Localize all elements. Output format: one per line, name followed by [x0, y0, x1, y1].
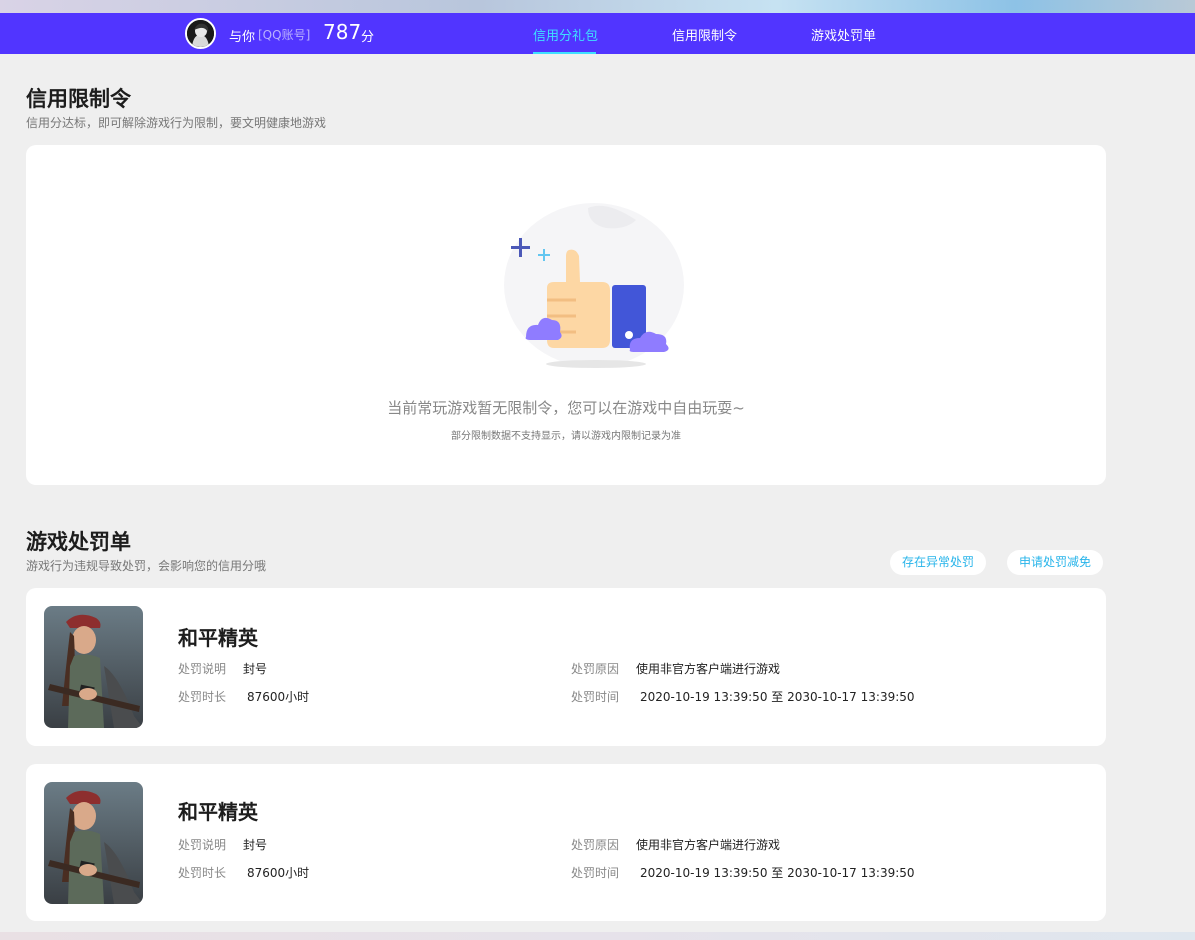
penalty-reason-label: 处罚原因: [571, 838, 620, 852]
apply-penalty-relief-button[interactable]: 申请处罚减免: [1007, 550, 1104, 575]
game-thumbnail: [44, 606, 143, 728]
penalty-reason-value: 使用非官方客户端进行游戏: [636, 662, 781, 676]
game-thumbnail: [44, 782, 143, 904]
penalty-time-value: 2020-10-19 13:39:50 至 2030-10-17 13:39:5…: [640, 866, 915, 880]
report-abnormal-penalty-button[interactable]: 存在异常处罚: [890, 550, 987, 575]
penalty-description-label: 处罚说明: [178, 662, 227, 676]
restriction-title: 信用限制令: [26, 87, 131, 111]
tab-credit-restriction[interactable]: 信用限制令: [672, 25, 737, 44]
penalty-time-label: 处罚时间: [571, 866, 620, 880]
penalty-time-label: 处罚时间: [571, 690, 620, 704]
top-navbar: 与你 [QQ账号] 787 分 信用分礼包 信用限制令 游戏处罚单: [0, 13, 1195, 54]
penalty-description-value: 封号: [243, 838, 268, 852]
penalty-time-value: 2020-10-19 13:39:50 至 2030-10-17 13:39:5…: [640, 690, 915, 704]
account-type-tag: [QQ账号]: [258, 28, 311, 42]
penalty-duration-label: 处罚时长: [178, 866, 227, 880]
active-tab-indicator: [533, 52, 596, 54]
credit-score: 787: [323, 20, 362, 44]
empty-state-note: 部分限制数据不支持显示，请以游戏内限制记录为准: [451, 431, 681, 442]
penalty-reason-label: 处罚原因: [571, 662, 620, 676]
restriction-subtitle: 信用分达标，即可解除游戏行为限制，要文明健康地游戏: [26, 116, 327, 130]
tab-game-penalty[interactable]: 游戏处罚单: [811, 25, 876, 44]
penalty-description-value: 封号: [243, 662, 268, 676]
empty-state-message: 当前常玩游戏暂无限制令，您可以在游戏中自由玩耍~: [387, 399, 745, 417]
thumbs-up-illustration: [504, 203, 684, 368]
penalty-record-card: 和平精英 处罚说明 封号 处罚时长 87600小时 处罚原因 使用非官方客户端进…: [26, 764, 1106, 921]
penalty-duration-label: 处罚时长: [178, 690, 227, 704]
game-name: 和平精英: [178, 800, 258, 824]
top-decor-strip: [0, 0, 1195, 13]
tab-credit-gift[interactable]: 信用分礼包: [533, 25, 598, 44]
user-name: 与你: [229, 30, 256, 45]
penalty-subtitle: 游戏行为违规导致处罚，会影响您的信用分哦: [26, 559, 267, 573]
penalty-title: 游戏处罚单: [26, 530, 131, 554]
penalty-duration-value: 87600小时: [247, 866, 310, 880]
penalty-description-label: 处罚说明: [178, 838, 227, 852]
credit-score-unit: 分: [361, 30, 375, 45]
game-name: 和平精英: [178, 626, 258, 650]
bottom-decor-strip: [0, 932, 1195, 940]
avatar-image: [187, 20, 214, 47]
penalty-reason-value: 使用非官方客户端进行游戏: [636, 838, 781, 852]
restriction-empty-card: 当前常玩游戏暂无限制令，您可以在游戏中自由玩耍~ 部分限制数据不支持显示，请以游…: [26, 145, 1106, 485]
penalty-record-card: 和平精英 处罚说明 封号 处罚时长 87600小时 处罚原因 使用非官方客户端进…: [26, 588, 1106, 746]
penalty-duration-value: 87600小时: [247, 690, 310, 704]
avatar[interactable]: [185, 18, 216, 49]
